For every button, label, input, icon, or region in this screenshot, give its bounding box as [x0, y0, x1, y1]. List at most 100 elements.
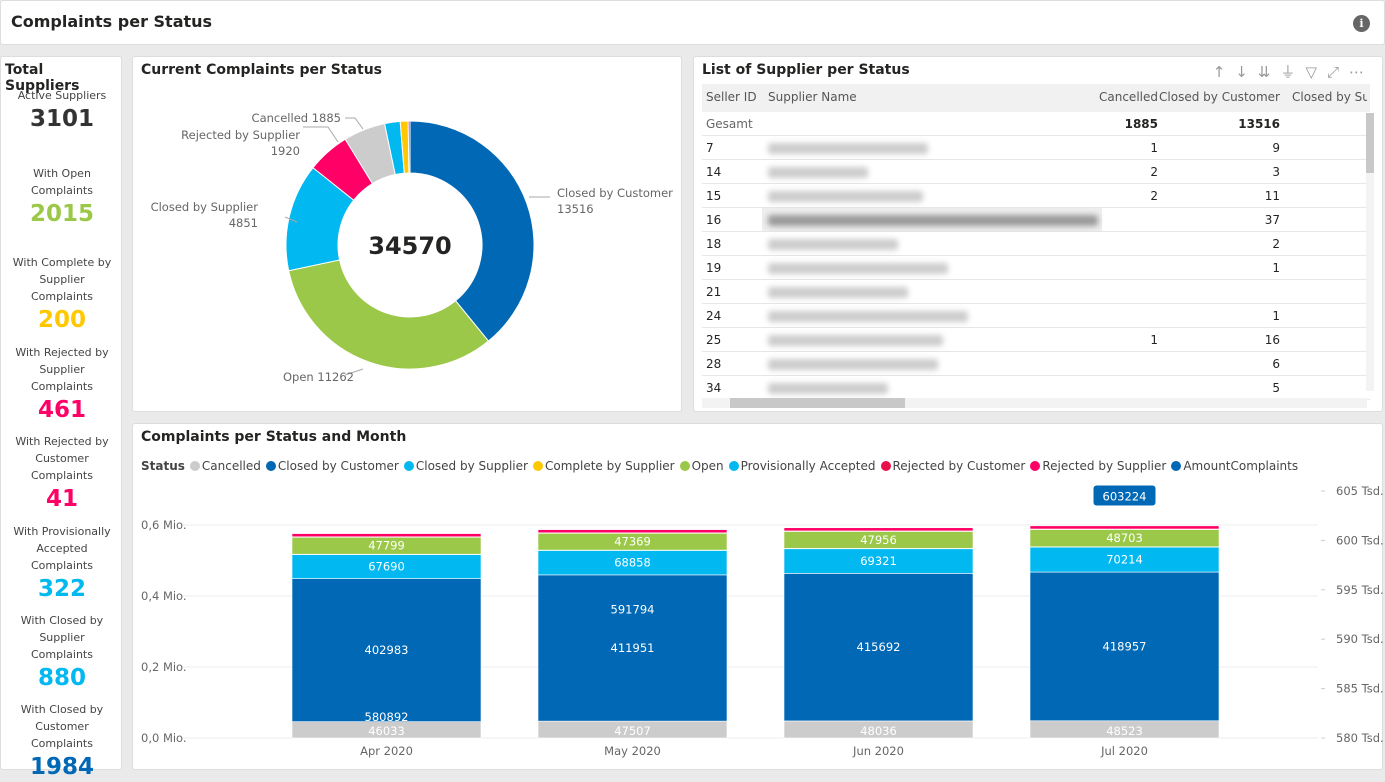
cell: 2: [1272, 237, 1280, 251]
donut-total: 34570: [368, 232, 452, 260]
column-header[interactable]: Closed by Customer: [1159, 90, 1280, 104]
bar-segment[interactable]: [784, 528, 973, 531]
kpi-value: 1984: [1, 752, 123, 782]
y-tick-label: 0,6 Mio.: [141, 518, 187, 532]
leader-line: [345, 118, 363, 129]
leader-line: [303, 127, 338, 142]
x-tick-label: Apr 2020: [360, 744, 413, 758]
bar-segment[interactable]: [538, 530, 727, 533]
seller-id: 18: [706, 237, 721, 251]
supplier-name-redacted: [768, 335, 943, 346]
x-tick-label: May 2020: [604, 744, 661, 758]
supplier-name-redacted: [768, 263, 948, 274]
total-suppliers-panel: Total Suppliers Active Suppliers3101With…: [0, 56, 122, 770]
x-tick-label: Jun 2020: [852, 744, 904, 758]
header: Complaints per Status i: [0, 0, 1385, 45]
table-row[interactable]: 24 1: [702, 304, 1370, 328]
cell: 2: [1150, 189, 1158, 203]
panel-title: List of Supplier per Status: [702, 62, 910, 78]
supplier-name-redacted: [768, 143, 928, 154]
table-row[interactable]: 18 2: [702, 232, 1370, 256]
kpi-card: With Open Complaints2015: [1, 165, 123, 229]
cell: 3: [1272, 165, 1280, 179]
y2-tick-label: 600 Tsd.: [1336, 533, 1384, 547]
supplier-name-redacted: [768, 191, 923, 202]
vertical-scrollbar[interactable]: [1366, 113, 1374, 391]
kpi-label: With Closed by Supplier Complaints: [1, 612, 123, 663]
donut-panel: Current Complaints per Status 34570Close…: [132, 56, 682, 412]
column-header[interactable]: Seller ID: [706, 90, 757, 104]
table-row[interactable]: 191: [702, 256, 1370, 280]
line-data-label: 591794: [611, 602, 655, 616]
table-row[interactable]: 21: [702, 280, 1370, 304]
cell: 1: [1272, 309, 1280, 323]
table-row[interactable]: 15 2 11: [702, 184, 1370, 208]
column-header[interactable]: Supplier Name: [768, 90, 857, 104]
cell: 16: [1265, 333, 1280, 347]
bar-segment[interactable]: [1030, 526, 1219, 529]
sort-up-icon[interactable]: ↑: [1213, 63, 1236, 81]
data-label: 68858: [614, 556, 651, 570]
table-row[interactable]: 25 1 16: [702, 328, 1370, 352]
kpi-value: 3101: [1, 104, 123, 134]
seller-id: 24: [706, 309, 721, 323]
table-row[interactable]: 1637: [702, 208, 1370, 232]
stacked-bar-chart: 0,0 Mio.0,2 Mio.0,4 Mio.0,6 Mio.580 Tsd.…: [133, 424, 1384, 771]
column-header[interactable]: Cancelled: [1099, 90, 1158, 104]
kpi-label: With Closed by Customer Complaints: [1, 701, 123, 752]
table-row[interactable]: 345: [702, 376, 1370, 400]
bar-segment[interactable]: [292, 534, 481, 537]
table-row[interactable]: 286: [702, 352, 1370, 376]
focus-mode-icon[interactable]: ⤢: [1327, 63, 1349, 81]
data-label: 415692: [857, 640, 901, 654]
y-tick-label: 0,0 Mio.: [141, 731, 187, 745]
slice-label: Open 11262: [283, 370, 354, 384]
cell: 1885: [1125, 117, 1158, 131]
sort-down-icon[interactable]: ↓: [1235, 63, 1258, 81]
table-row[interactable]: 1423: [702, 160, 1370, 184]
kpi-card: With Closed by Customer Complaints1984: [1, 701, 123, 782]
kpi-label: With Provisionally Accepted Complaints: [1, 523, 123, 574]
cell: 11: [1265, 189, 1280, 203]
table-row[interactable]: 719: [702, 136, 1370, 160]
more-options-icon[interactable]: ⋯: [1349, 63, 1374, 81]
slice-value: 4851: [229, 216, 258, 230]
cell: 13516: [1238, 117, 1280, 131]
seller-id: 7: [706, 141, 714, 155]
seller-id: 15: [706, 189, 721, 203]
horizontal-scrollbar[interactable]: [702, 398, 1367, 408]
kpi-label: With Rejected by Supplier Complaints: [1, 344, 123, 395]
kpi-card: With Rejected by Customer Complaints41: [1, 433, 123, 514]
kpi-card: With Closed by Supplier Complaints880: [1, 612, 123, 693]
y2-tick-label: 580 Tsd.: [1336, 731, 1384, 745]
kpi-label: Active Suppliers: [1, 87, 123, 104]
supplier-name-redacted: [768, 239, 898, 250]
seller-id: 34: [706, 381, 721, 395]
seller-id: 25: [706, 333, 721, 347]
info-icon[interactable]: i: [1353, 15, 1370, 32]
page-title: Complaints per Status: [11, 12, 212, 31]
kpi-label: With Complete by Supplier Complaints: [1, 254, 123, 305]
visual-toolbar: ↑↓⇊⏚▽⤢⋯: [1213, 61, 1374, 82]
supplier-name-redacted: [768, 287, 908, 298]
kpi-label: With Open Complaints: [1, 165, 123, 199]
data-label: 69321: [860, 554, 897, 568]
kpi-value: 41: [1, 484, 123, 514]
drill-icon[interactable]: ⏚: [1280, 63, 1305, 81]
donut-slice[interactable]: [408, 121, 410, 173]
slice-value: 13516: [557, 202, 594, 216]
line-data-label: 580892: [365, 710, 409, 724]
cell: 1: [1272, 261, 1280, 275]
expand-all-icon[interactable]: ⇊: [1258, 63, 1281, 81]
supplier-name-redacted: [768, 383, 888, 394]
donut-slice[interactable]: [289, 260, 489, 369]
filter-icon[interactable]: ▽: [1305, 63, 1327, 81]
slice-label: Closed by Supplier: [151, 200, 259, 214]
column-header[interactable]: Closed by Sup: [1292, 90, 1367, 104]
kpi-card: With Provisionally Accepted Complaints32…: [1, 523, 123, 604]
seller-id: 16: [706, 213, 721, 227]
donut-chart: 34570Closed by Customer 13516Open 11262C…: [133, 57, 683, 413]
donut-slice[interactable]: [410, 121, 534, 341]
cell: 1: [1150, 333, 1158, 347]
y2-tick-label: 605 Tsd.: [1336, 484, 1384, 498]
